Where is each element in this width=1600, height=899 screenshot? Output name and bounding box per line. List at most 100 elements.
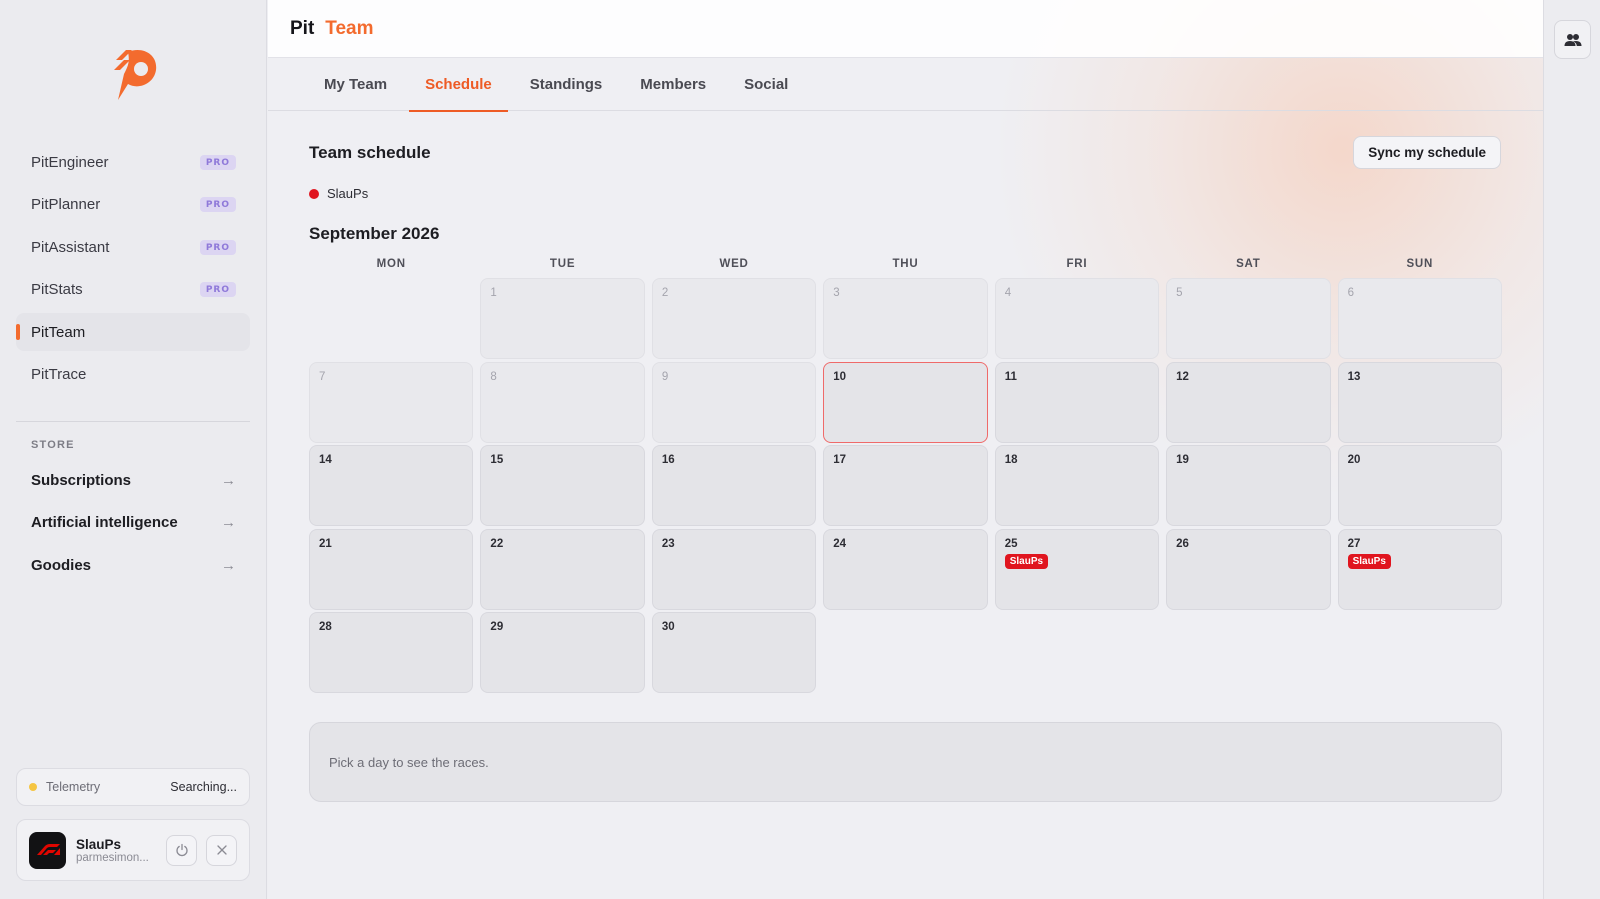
day-details-hint: Pick a day to see the races.: [329, 754, 489, 770]
section-title: Team schedule: [309, 143, 431, 162]
day-number: 9: [661, 370, 669, 383]
sidebar-item-label: PitPlanner: [31, 196, 101, 214]
calendar-day[interactable]: 3: [823, 278, 988, 359]
day-number: 1: [490, 287, 497, 299]
sidebar-item-label: PitTeam: [31, 323, 86, 341]
day-number: 15: [490, 454, 504, 466]
pro-badge: PRO: [199, 239, 236, 255]
calendar-day[interactable]: 26: [1166, 528, 1331, 610]
tab-bar: My Team Schedule Standings Members Socia…: [268, 58, 1543, 112]
tab-schedule[interactable]: Schedule: [409, 58, 508, 112]
arrow-right-icon: →: [221, 514, 236, 532]
calendar-day[interactable]: 17: [823, 445, 988, 526]
calendar-day[interactable]: 14: [309, 445, 474, 526]
sidebar-item-pitstats[interactable]: PitStats PRO: [16, 271, 250, 309]
calendar-day[interactable]: 19: [1166, 445, 1331, 526]
store-item-subscriptions[interactable]: Subscriptions →: [16, 461, 250, 499]
day-number: 30: [661, 621, 675, 633]
tab-standings[interactable]: Standings: [514, 58, 619, 111]
day-number: 28: [319, 621, 332, 633]
calendar-day[interactable]: 8: [480, 361, 645, 443]
day-number: 26: [1176, 537, 1189, 550]
sidebar-item-pitteam[interactable]: PitTeam: [16, 313, 250, 352]
calendar-day[interactable]: 11: [994, 361, 1160, 443]
sidebar-item-pitengineer[interactable]: PitEngineer PRO: [16, 143, 250, 181]
calendar-day-today[interactable]: 10: [823, 361, 988, 443]
telemetry-label: Telemetry: [46, 780, 101, 794]
right-rail: [1543, 0, 1600, 899]
user-info: SlauPs parmesimon...: [76, 837, 157, 864]
legend-color-dot: [309, 188, 319, 199]
calendar-day[interactable]: 7: [309, 361, 474, 443]
day-number: 5: [1176, 287, 1183, 299]
user-card: SlauPs parmesimon...: [16, 819, 250, 881]
day-number: 25: [1004, 537, 1018, 550]
calendar-day[interactable]: 21: [309, 528, 474, 610]
day-number: 4: [1004, 287, 1012, 299]
tab-my-team[interactable]: My Team: [308, 58, 403, 111]
event-badge[interactable]: SlauPs: [1347, 553, 1391, 569]
day-number: 18: [1004, 454, 1018, 466]
calendar-day[interactable]: 22: [480, 528, 645, 610]
sidebar-item-label: PitTrace: [31, 366, 87, 384]
calendar-day[interactable]: 2: [651, 278, 817, 359]
calendar-day[interactable]: 28: [309, 612, 474, 693]
calendar-empty-cell: [309, 278, 473, 359]
calendar-day[interactable]: 29: [480, 612, 645, 693]
calendar-day[interactable]: 6: [1337, 278, 1502, 359]
sidebar-item-pitplanner[interactable]: PitPlanner PRO: [16, 186, 250, 224]
weekday-label: THU: [892, 258, 919, 270]
sidebar-item-pittrace[interactable]: PitTrace: [16, 356, 250, 394]
calendar-day[interactable]: 12: [1166, 361, 1331, 443]
calendar-day[interactable]: 30: [651, 612, 817, 693]
event-badge[interactable]: SlauPs: [1004, 553, 1049, 569]
calendar-day[interactable]: 23: [651, 528, 817, 610]
day-number: 10: [833, 370, 847, 383]
month-title: September 2026: [309, 224, 440, 243]
calendar-day[interactable]: 13: [1337, 361, 1502, 443]
tab-members[interactable]: Members: [624, 58, 722, 111]
calendar-day[interactable]: 25 SlauPs: [994, 528, 1160, 610]
day-number: 21: [319, 537, 332, 550]
day-details-panel: Pick a day to see the races.: [309, 722, 1502, 802]
weekday-label: MON: [376, 258, 406, 270]
sidebar-item-pitassistant[interactable]: PitAssistant PRO: [16, 228, 250, 266]
calendar-day[interactable]: 15: [480, 445, 645, 526]
calendar-day[interactable]: 20: [1337, 445, 1502, 526]
sidebar-item-label: PitAssistant: [31, 238, 110, 256]
store-item-artificial-intelligence[interactable]: Artificial intelligence →: [16, 504, 250, 542]
day-number: 23: [661, 537, 675, 550]
calendar-legend: SlauPs: [309, 186, 368, 201]
day-number: 3: [833, 287, 840, 299]
power-button[interactable]: [166, 834, 197, 866]
tab-social[interactable]: Social: [728, 58, 804, 111]
day-number: 12: [1176, 370, 1189, 383]
power-icon: [175, 843, 188, 857]
weekday-label: FRI: [1066, 258, 1088, 270]
store-item-goodies[interactable]: Goodies →: [16, 546, 250, 584]
calendar-day[interactable]: 27 SlauPs: [1337, 528, 1502, 610]
legend-label: SlauPs: [327, 186, 369, 201]
calendar-day[interactable]: 16: [651, 445, 817, 526]
app-logo[interactable]: [106, 42, 162, 102]
calendar-day[interactable]: 4: [994, 278, 1160, 359]
weekday-header: MON TUE WED THU FRI SAT SUN: [309, 256, 1502, 278]
sidebar-item-label: PitStats: [31, 281, 83, 299]
day-number: 17: [833, 454, 847, 466]
sync-schedule-button[interactable]: Sync my schedule: [1353, 136, 1501, 169]
team-members-button[interactable]: [1554, 20, 1591, 59]
arrow-right-icon: →: [221, 556, 236, 574]
day-number: 24: [833, 537, 847, 550]
close-button[interactable]: [206, 834, 237, 866]
calendar-day[interactable]: 18: [994, 445, 1160, 526]
calendar-day[interactable]: 9: [651, 361, 817, 443]
f1-logo-icon: [29, 831, 66, 869]
sidebar-item-label: PitEngineer: [31, 153, 109, 171]
calendar-day[interactable]: 5: [1166, 278, 1331, 359]
calendar-day[interactable]: 24: [823, 528, 988, 610]
brand-title-pit: Pit: [290, 17, 315, 39]
close-icon: [216, 845, 227, 855]
user-email: parmesimon...: [76, 851, 149, 864]
day-number: 16: [661, 454, 675, 466]
calendar-day[interactable]: 1: [480, 278, 645, 359]
